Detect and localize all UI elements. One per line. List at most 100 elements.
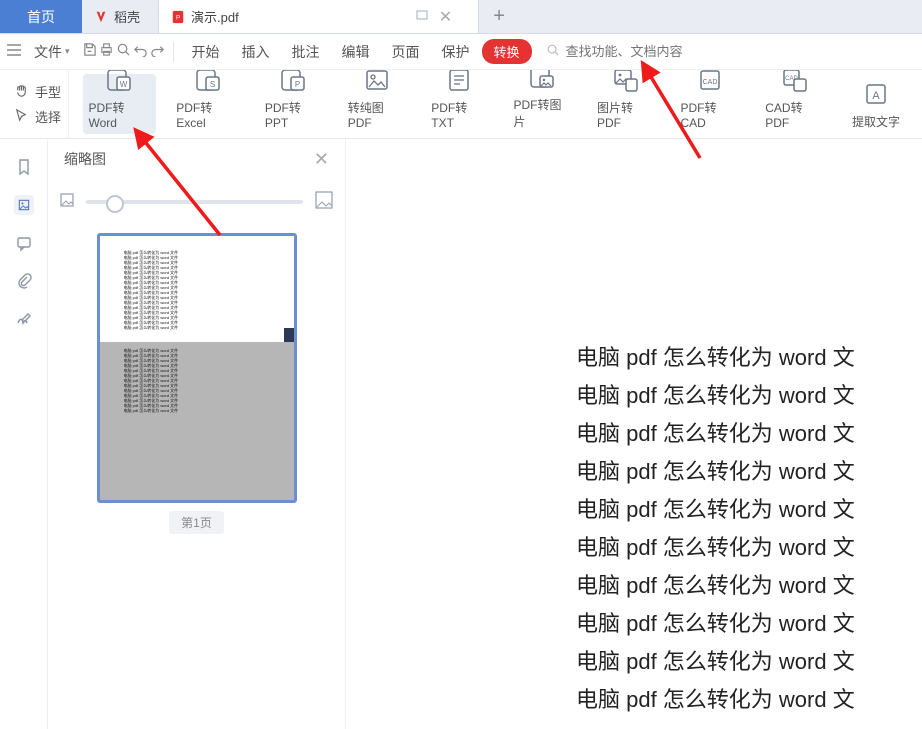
thumbnails-panel: 缩略图 ✕ 电脑 pdf 怎么转化为 word 文件 电脑 pdf 怎么转化为 … [48,139,346,729]
thumbnails-icon[interactable] [14,195,34,215]
menubar: 文件 ▾ 开始 插入 批注 编辑 页面 保护 转换 [0,34,922,70]
tool-pdf2pureimg[interactable]: 转纯图PDF [342,74,412,134]
tool-pdf2word[interactable]: W PDF转Word [83,74,157,134]
find-icon[interactable] [116,42,131,61]
pdf2img-icon [528,70,556,90]
doc-line: 电脑 pdf 怎么转化为 word 文 [576,643,922,681]
thumbnails-body: 电脑 pdf 怎么转化为 word 文件 电脑 pdf 怎么转化为 word 文… [48,225,345,729]
menu-file[interactable]: 文件 ▾ [24,38,80,66]
doc-line: 电脑 pdf 怎么转化为 word 文 [576,681,922,719]
content-area: 缩略图 ✕ 电脑 pdf 怎么转化为 word 文件 电脑 pdf 怎么转化为 … [0,139,922,729]
tab-pdf-label: 演示.pdf [191,7,239,26]
tab-home[interactable]: 首页 [0,0,82,33]
menu-start[interactable]: 开始 [182,38,230,66]
tab-docke-label: 稻壳 [114,7,140,26]
page-thumb-1[interactable]: 电脑 pdf 怎么转化为 word 文件 电脑 pdf 怎么转化为 word 文… [97,233,297,503]
tool-pdf2img-label: PDF转图片 [513,96,571,130]
tool-pdf2ppt-label: PDF转PPT [265,99,322,130]
svg-text:CAD: CAD [702,79,717,86]
img2pdf-icon [612,70,640,93]
save-icon[interactable] [82,42,97,61]
menu-convert[interactable]: 转换 [482,39,532,64]
svg-text:P: P [295,80,300,89]
menu-search[interactable] [546,43,716,60]
pdf2txt-icon [445,70,473,93]
attachment-icon[interactable] [14,271,34,291]
side-icon-strip [0,139,48,729]
tool-pdf2txt-label: PDF转TXT [431,99,487,130]
plus-icon: + [493,5,505,28]
tool-pdf2txt[interactable]: PDF转TXT [425,74,493,134]
mode-select[interactable]: 选择 [14,107,68,126]
page-thumb-1-label: 第1页 [169,511,224,534]
undo-icon[interactable] [133,42,148,61]
tool-pdf2ppt[interactable]: P PDF转PPT [259,74,328,134]
thumbnails-zoom-slider[interactable] [86,200,303,204]
window-minimize-icon[interactable] [415,8,429,25]
menu-insert[interactable]: 插入 [232,38,280,66]
cursor-icon [14,108,29,126]
tab-pdf[interactable]: P 演示.pdf ✕ [159,0,479,33]
ribbon-tools: W PDF转Word S PDF转Excel P PDF转PPT 转纯图PDF [69,70,922,138]
doc-line: 电脑 pdf 怎么转化为 word 文 [576,377,922,415]
document-view[interactable]: 电脑 pdf 怎么转化为 word 文 电脑 pdf 怎么转化为 word 文 … [346,139,922,729]
extract-text-icon: A [862,81,890,107]
print-icon[interactable] [99,42,114,61]
tool-img2pdf[interactable]: 图片转PDF [591,74,661,134]
thumbnails-controls [48,179,345,225]
tabbar: 首页 稻壳 P 演示.pdf ✕ + [0,0,922,34]
tool-pdf2word-label: PDF转Word [89,99,151,130]
tool-pdf2pureimg-label: 转纯图PDF [348,99,406,130]
tab-docke[interactable]: 稻壳 [82,0,159,33]
doc-line: 电脑 pdf 怎么转化为 word 文 [576,415,922,453]
tab-add-button[interactable]: + [479,0,519,33]
redo-icon[interactable] [150,42,165,61]
menu-separator [173,42,174,62]
menu-annotate[interactable]: 批注 [282,38,330,66]
tool-img2pdf-label: 图片转PDF [597,99,655,130]
doc-line: 电脑 pdf 怎么转化为 word 文 [576,567,922,605]
hamburger-icon[interactable] [6,43,22,61]
tool-pdf2img[interactable]: PDF转图片 [507,74,577,134]
search-input[interactable] [566,44,716,59]
pdf2excel-icon: S [194,70,222,93]
comment-icon[interactable] [14,233,34,253]
tool-pdf2excel-label: PDF转Excel [176,99,239,130]
zoom-in-icon[interactable] [313,189,335,216]
chevron-down-icon: ▾ [65,46,70,57]
menu-protect[interactable]: 保护 [432,38,480,66]
menu-page[interactable]: 页面 [382,38,430,66]
thumbnails-header: 缩略图 ✕ [48,139,345,179]
thumbnails-close-icon[interactable]: ✕ [314,149,329,170]
doc-line: 电脑 pdf 怎么转化为 word 文 [576,453,922,491]
tool-extract-text[interactable]: A 提取文字 [844,74,908,134]
tab-close-icon[interactable]: ✕ [439,7,452,27]
svg-text:S: S [209,80,214,89]
zoom-out-icon[interactable] [58,191,76,214]
svg-text:A: A [872,90,880,102]
pdf-icon: P [171,10,185,24]
doc-line: 电脑 pdf 怎么转化为 word 文 [576,339,922,377]
tool-pdf2cad[interactable]: CAD PDF转CAD [674,74,745,134]
mode-hand-label: 手型 [35,82,61,101]
doc-line: 电脑 pdf 怎么转化为 word 文 [576,529,922,567]
pdf2ppt-icon: P [279,70,307,93]
wps-icon [94,10,108,24]
signature-icon[interactable] [14,309,34,329]
svg-text:W: W [120,80,128,89]
cad2pdf-icon: CAD [781,70,809,93]
tool-extract-text-label: 提取文字 [852,113,900,130]
bookmark-icon[interactable] [14,157,34,177]
doc-line: 电脑 pdf 怎么转化为 word 文 [576,491,922,529]
pdf2cad-icon: CAD [696,70,724,93]
search-icon [546,43,560,60]
menu-edit[interactable]: 编辑 [332,38,380,66]
mode-hand[interactable]: 手型 [14,82,68,101]
thumbnails-title: 缩略图 [64,149,106,169]
hand-icon [14,83,29,101]
tool-pdf2cad-label: PDF转CAD [680,99,739,130]
tool-pdf2excel[interactable]: S PDF转Excel [170,74,245,134]
menu-file-label: 文件 [34,42,62,62]
ribbon-modes: 手型 选择 [0,70,69,138]
tool-cad2pdf[interactable]: CAD CAD转PDF [759,74,830,134]
